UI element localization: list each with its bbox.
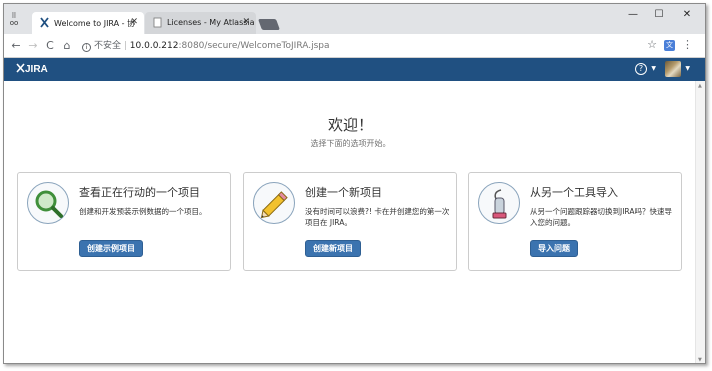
address-bar[interactable]: i 不安全 | 10.0.0.212:8080/secure/WelcomeToJ… <box>82 38 642 54</box>
card-description: 创建和开发预装示例数据的一个项目。 <box>79 207 207 216</box>
scroll-down-icon[interactable]: ▼ <box>698 357 702 363</box>
forward-icon[interactable]: → <box>26 39 40 52</box>
url-path: :8080/secure/WelcomeToJIRA.jspa <box>178 41 330 51</box>
card-import: 从另一个工具导入 从另一个问题跟踪器切换到JIRA吗？快速导入您的问题。 导入问… <box>468 172 682 271</box>
card-sample-project: 查看正在行动的一个项目 创建和开发预装示例数据的一个项目。 创建示例项目 <box>17 172 231 271</box>
close-tab-icon[interactable]: ✕ <box>242 17 250 27</box>
minimize-icon[interactable]: — <box>623 9 643 20</box>
bookmark-star-icon[interactable]: ☆ <box>647 38 657 51</box>
home-icon[interactable]: ⌂ <box>60 39 74 52</box>
tab-strip: ⠿ oo Welcome to JIRA - 协 ✕ Licenses - My … <box>4 4 705 34</box>
page-title: 欢迎！ <box>327 116 373 134</box>
card-title: 从另一个工具导入 <box>530 186 618 199</box>
jira-logo-icon <box>16 63 25 73</box>
card-title: 查看正在行动的一个项目 <box>79 186 200 199</box>
jira-header: JIRA ? ▼ ▼ <box>4 58 705 81</box>
vacuum-icon <box>478 182 520 224</box>
magnifier-icon <box>27 182 69 224</box>
create-sample-project-button[interactable]: 创建示例项目 <box>79 240 143 257</box>
app-icon: ⠿ oo <box>9 12 19 27</box>
import-issues-button[interactable]: 导入问题 <box>530 240 578 257</box>
avatar[interactable] <box>665 61 681 77</box>
tab-welcome-jira[interactable]: Welcome to JIRA - 协 ✕ <box>32 12 144 34</box>
page-subtitle: 选择下面的选项开始。 <box>310 139 391 148</box>
close-tab-icon[interactable]: ✕ <box>130 17 138 27</box>
card-new-project: 创建一个新项目 没有时间可以浪费?! 卡在并创建您的第一次项目在 JIRA。 创… <box>243 172 457 271</box>
tab-licenses[interactable]: Licenses - My Atlassia ✕ <box>145 12 256 34</box>
toolbar: ← → C ⌂ i 不安全 | 10.0.0.212:8080/secure/We… <box>4 34 705 58</box>
pencil-icon <box>253 182 295 224</box>
page-icon <box>153 17 162 28</box>
reload-icon[interactable]: C <box>43 39 57 52</box>
chevron-down-icon[interactable]: ▼ <box>685 65 690 72</box>
card-description: 从另一个问题跟踪器切换到JIRA吗？快速导入您的问题。 <box>530 207 672 227</box>
jira-logo[interactable]: JIRA <box>16 63 48 75</box>
maximize-icon[interactable]: ☐ <box>649 9 669 20</box>
card-description: 没有时间可以浪费?! 卡在并创建您的第一次项目在 JIRA。 <box>305 207 450 227</box>
close-window-icon[interactable]: ✕ <box>677 9 697 20</box>
new-tab-button[interactable] <box>257 19 281 30</box>
menu-icon[interactable]: ⋮ <box>682 38 693 51</box>
tab-label: Licenses - My Atlassia <box>167 18 255 27</box>
security-label: 不安全 <box>94 41 122 51</box>
chevron-down-icon[interactable]: ▼ <box>651 65 656 72</box>
url-host: 10.0.0.212 <box>129 41 179 51</box>
help-icon[interactable]: ? <box>635 63 647 75</box>
card-title: 创建一个新项目 <box>305 186 382 199</box>
create-new-project-button[interactable]: 创建新项目 <box>305 240 361 257</box>
back-icon[interactable]: ← <box>9 39 23 52</box>
info-icon[interactable]: i <box>82 43 91 52</box>
tab-label: Welcome to JIRA - 协 <box>54 19 136 28</box>
scroll-up-icon[interactable]: ▲ <box>698 83 702 89</box>
translate-icon[interactable]: 文 <box>664 40 675 51</box>
browser-window: ⠿ oo Welcome to JIRA - 协 ✕ Licenses - My … <box>3 3 706 364</box>
logo-text: JIRA <box>25 64 48 75</box>
jira-favicon-icon <box>40 17 49 28</box>
